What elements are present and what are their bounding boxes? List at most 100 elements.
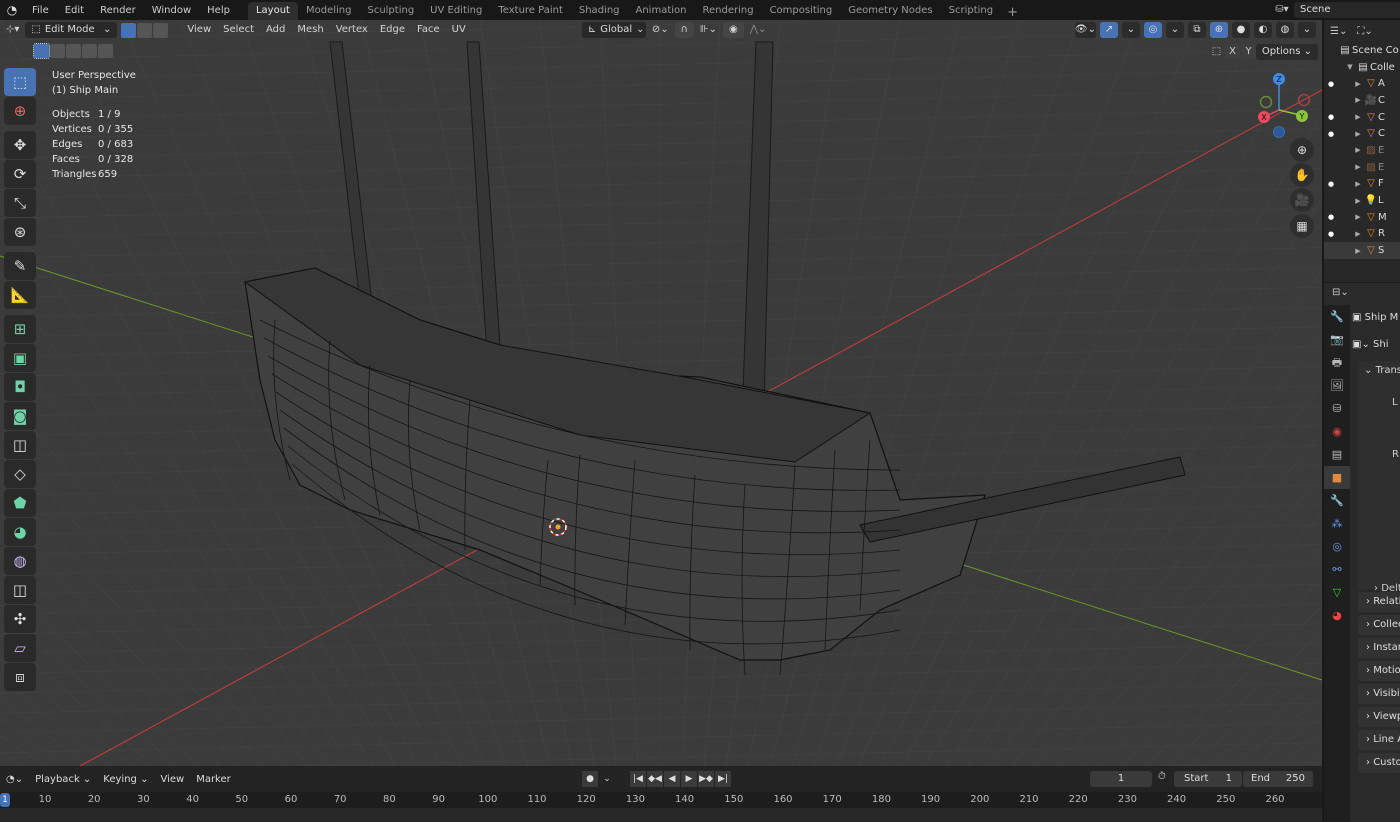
visibility-dot-icon[interactable]: ● xyxy=(1324,230,1338,238)
expand-arrow-icon[interactable]: ▼ xyxy=(1344,63,1356,71)
menu-file[interactable]: File xyxy=(24,5,57,16)
tab-geometry-nodes[interactable]: Geometry Nodes xyxy=(840,2,940,20)
snap-target-icon[interactable]: ⊪⌄ xyxy=(694,22,723,38)
select-extend-button[interactable] xyxy=(50,44,65,58)
pan-view-button[interactable]: ✋ xyxy=(1290,163,1314,187)
shading-wireframe-button[interactable]: ⊕ xyxy=(1210,22,1228,38)
loop-cut-tool[interactable]: ◫ xyxy=(4,431,36,459)
menu-uv[interactable]: UV xyxy=(446,22,472,38)
tab-constraints[interactable]: ⚯ xyxy=(1324,558,1350,581)
property-panel-header[interactable]: › Line Ar xyxy=(1358,730,1400,750)
mirror-y-toggle[interactable]: Y xyxy=(1241,44,1256,59)
filter-icon[interactable]: ⛶⌄ xyxy=(1357,26,1372,37)
menu-help[interactable]: Help xyxy=(199,5,238,16)
stopwatch-icon[interactable]: ⏱ xyxy=(1158,771,1166,782)
gizmo-neg-x[interactable] xyxy=(1297,93,1311,107)
mode-selector[interactable]: ⬚ Edit Mode ⌄ xyxy=(25,22,118,38)
vertex-select-button[interactable] xyxy=(121,22,137,38)
measure-tool[interactable]: 📐 xyxy=(4,281,36,309)
prev-keyframe-button[interactable]: ◆◀ xyxy=(647,771,663,787)
select-subtract-button[interactable] xyxy=(66,44,81,58)
expand-arrow-icon[interactable]: ▶ xyxy=(1352,146,1364,154)
shading-rendered-button[interactable]: ◍ xyxy=(1276,22,1294,38)
shrink-fatten-tool[interactable]: ✣ xyxy=(4,605,36,633)
3d-viewport[interactable]: ⊹▾ ⬚ Edit Mode ⌄ View Select Add Mesh Ve… xyxy=(0,20,1322,766)
play-reverse-button[interactable]: ◀ xyxy=(664,771,680,787)
property-panel-header[interactable]: › Relatio xyxy=(1358,592,1400,612)
next-keyframe-button[interactable]: ▶◆ xyxy=(698,771,714,787)
play-button[interactable]: ▶ xyxy=(681,771,697,787)
tab-rendering[interactable]: Rendering xyxy=(694,2,761,20)
camera-view-button[interactable]: 🎥 xyxy=(1290,188,1314,212)
xray-toggle-icon[interactable]: ⧉ xyxy=(1188,22,1206,38)
tab-shading[interactable]: Shading xyxy=(571,2,628,20)
tab-uv-editing[interactable]: UV Editing xyxy=(422,2,490,20)
outliner-item[interactable]: ▶ 💡 L xyxy=(1324,192,1400,209)
tab-data[interactable]: ▽ xyxy=(1324,581,1350,604)
outliner-item[interactable]: ● ▶ ▽ C xyxy=(1324,109,1400,126)
expand-arrow-icon[interactable]: ▶ xyxy=(1352,230,1364,238)
expand-arrow-icon[interactable]: ▶ xyxy=(1352,197,1364,205)
knife-tool[interactable]: ◇ xyxy=(4,460,36,488)
move-tool[interactable]: ✥ xyxy=(4,131,36,159)
add-cube-tool[interactable]: ⊞ xyxy=(4,315,36,343)
viewport-canvas[interactable] xyxy=(0,20,1322,766)
mirror-x-toggle[interactable]: X xyxy=(1225,44,1240,59)
shading-dropdown[interactable]: ⌄ xyxy=(1298,22,1316,38)
face-select-button[interactable] xyxy=(153,22,169,38)
menu-add[interactable]: Add xyxy=(260,22,291,38)
outliner-item[interactable]: ● ▶ ▽ A xyxy=(1324,75,1400,92)
shading-material-button[interactable]: ◐ xyxy=(1254,22,1272,38)
visibility-dot-icon[interactable]: ● xyxy=(1324,113,1338,121)
expand-arrow-icon[interactable]: ▶ xyxy=(1352,113,1364,121)
expand-arrow-icon[interactable]: ▶ xyxy=(1352,80,1364,88)
outliner-item[interactable]: ● ▶ ▽ R xyxy=(1324,226,1400,243)
rotate-tool[interactable]: ⟳ xyxy=(4,160,36,188)
edge-select-button[interactable] xyxy=(137,22,153,38)
proportional-edit-icon[interactable]: ◉ xyxy=(723,22,744,38)
timeline-track-area[interactable] xyxy=(0,808,1322,822)
pivot-point-icon[interactable]: ⊘⌄ xyxy=(646,22,675,38)
perspective-toggle-button[interactable]: ▦ xyxy=(1290,214,1314,238)
property-panel-header[interactable]: › Instanc xyxy=(1358,638,1400,658)
zoom-view-button[interactable]: ⊕ xyxy=(1290,138,1314,162)
jump-start-button[interactable]: |◀ xyxy=(630,771,646,787)
scene-name-field[interactable]: Scene xyxy=(1294,1,1400,18)
outliner-item[interactable]: ▶ ▨ E xyxy=(1324,142,1400,159)
outliner-item[interactable]: ● ▶ ▽ C xyxy=(1324,125,1400,142)
outliner-item[interactable]: ▶ 🎥 C xyxy=(1324,92,1400,109)
select-box-tool[interactable]: ⬚ xyxy=(4,68,36,96)
tab-physics[interactable]: ◎ xyxy=(1324,535,1350,558)
visibility-dot-icon[interactable]: ● xyxy=(1324,130,1338,138)
tab-sculpting[interactable]: Sculpting xyxy=(359,2,422,20)
edge-slide-tool[interactable]: ◫ xyxy=(4,576,36,604)
bevel-tool[interactable]: ◙ xyxy=(4,402,36,430)
select-new-button[interactable] xyxy=(33,43,50,59)
smooth-tool[interactable]: ◍ xyxy=(4,547,36,575)
cursor-tool[interactable]: ⊕ xyxy=(4,97,36,125)
auto-keying-dropdown[interactable]: ⌄ xyxy=(599,771,615,787)
timeline-editor-icon[interactable]: ◔⌄ xyxy=(0,774,29,785)
blender-logo-icon[interactable]: ◔ xyxy=(0,3,24,17)
menu-face[interactable]: Face xyxy=(411,22,446,38)
menu-edit[interactable]: Edit xyxy=(57,5,92,16)
tab-scene[interactable]: ⛁ xyxy=(1324,397,1350,420)
menu-select[interactable]: Select xyxy=(217,22,260,38)
jump-end-button[interactable]: ▶| xyxy=(715,771,731,787)
outliner-item[interactable]: ● ▶ ▽ M xyxy=(1324,209,1400,226)
overlay-dropdown[interactable]: ⌄ xyxy=(1166,22,1184,38)
tab-tool[interactable]: 🔧 xyxy=(1324,305,1350,328)
visibility-dot-icon[interactable]: ● xyxy=(1324,213,1338,221)
expand-arrow-icon[interactable]: ▶ xyxy=(1352,163,1364,171)
scale-tool[interactable]: ⤡ xyxy=(4,189,36,217)
property-panel-header[interactable]: › Motion xyxy=(1358,661,1400,681)
tab-collection[interactable]: ▤ xyxy=(1324,443,1350,466)
transform-orientation-dropdown[interactable]: ⊾ Global ⌄ xyxy=(581,22,646,38)
view-menu[interactable]: View xyxy=(154,774,190,785)
navigation-gizmo[interactable]: Z X Y xyxy=(1248,72,1318,142)
gizmo-toggle-icon[interactable]: ↗ xyxy=(1100,22,1118,38)
outliner-item[interactable]: ● ▶ ▽ F xyxy=(1324,176,1400,193)
auto-keying-button[interactable]: ● xyxy=(582,771,598,787)
rip-region-tool[interactable]: ⧈ xyxy=(4,663,36,691)
inset-faces-tool[interactable]: ◘ xyxy=(4,373,36,401)
